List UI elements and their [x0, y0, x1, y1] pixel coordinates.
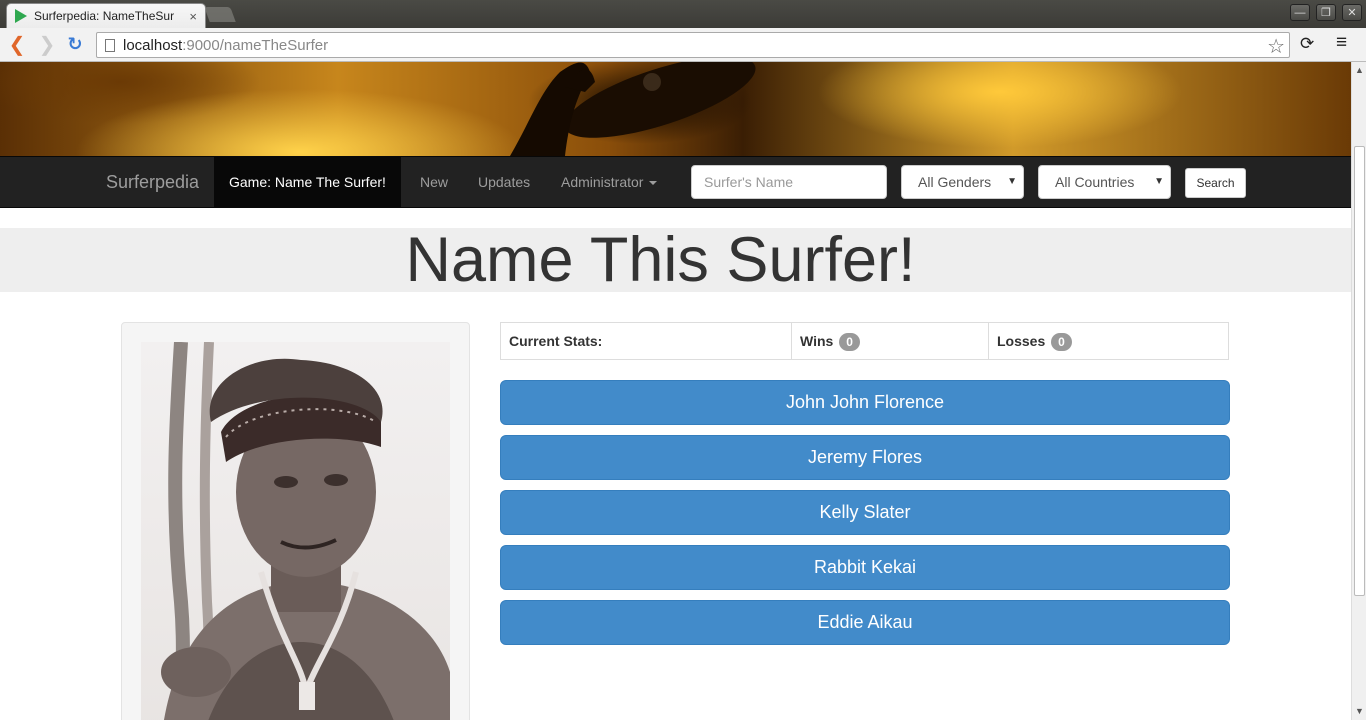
play-favicon-icon [15, 9, 27, 23]
window-close-button[interactable]: ✕ [1342, 4, 1362, 21]
stats-table: Current Stats: Wins 0 Losses 0 [500, 322, 1229, 360]
url-path: :9000/nameTheSurfer [182, 36, 329, 54]
surfer-silhouette-icon [510, 62, 756, 156]
losses-label: Losses [997, 333, 1046, 349]
browser-toolbar: ❮ ❯ ↻ localhost:9000/nameTheSurfer ☆ ⟳ ≡ [0, 28, 1366, 62]
answer-button[interactable]: Kelly Slater [500, 490, 1230, 535]
answer-button[interactable]: Jeremy Flores [500, 435, 1230, 480]
stats-label: Current Stats: [501, 323, 792, 359]
select-arrow-icon: ▼ [1154, 176, 1164, 187]
surfer-photo [141, 342, 450, 720]
page-scrollbar[interactable]: ▲ ▼ [1351, 62, 1366, 720]
forward-arrow-icon[interactable]: ❯ [36, 33, 58, 56]
main-navbar: Surferpedia Game: Name The Surfer! New U… [0, 156, 1351, 208]
menu-icon[interactable]: ≡ [1336, 32, 1347, 54]
wins-badge: 0 [839, 333, 860, 352]
window-restore-button[interactable]: ❐ [1316, 4, 1336, 21]
answer-button[interactable]: Rabbit Kekai [500, 545, 1230, 590]
scroll-down-icon[interactable]: ▼ [1355, 706, 1364, 716]
scroll-thumb[interactable] [1354, 146, 1365, 596]
surf-banner-image [0, 62, 1351, 156]
tab-close-icon[interactable]: × [189, 9, 197, 24]
page-title: Name This Surfer! [405, 225, 916, 295]
losses-badge: 0 [1051, 333, 1072, 352]
surfer-name-input[interactable] [691, 165, 887, 199]
nav-administrator[interactable]: Administrator [561, 157, 658, 207]
country-select[interactable]: All Countries ▼ [1038, 165, 1171, 199]
answer-button[interactable]: John John Florence [500, 380, 1230, 425]
wins-cell: Wins 0 [792, 323, 989, 359]
scroll-up-icon[interactable]: ▲ [1355, 65, 1364, 75]
country-select-value: All Countries [1055, 174, 1135, 190]
losses-cell: Losses 0 [989, 323, 1228, 359]
window-minimize-button[interactable]: — [1290, 4, 1310, 21]
nav-game[interactable]: Game: Name The Surfer! [214, 157, 401, 207]
search-button[interactable]: Search [1185, 168, 1246, 198]
surfer-portrait-image [161, 342, 450, 720]
sync-extension-icon[interactable]: ⟳ [1300, 34, 1314, 54]
select-arrow-icon: ▼ [1007, 176, 1017, 187]
reload-icon[interactable]: ↻ [64, 33, 86, 55]
page-icon [105, 38, 115, 52]
nav-new[interactable]: New [420, 157, 448, 207]
wins-label: Wins [800, 333, 834, 349]
jumbotron: Name This Surfer! [0, 228, 1351, 292]
answer-button[interactable]: Eddie Aikau [500, 600, 1230, 645]
brand-link[interactable]: Surferpedia [106, 157, 199, 207]
address-bar[interactable]: localhost:9000/nameTheSurfer ☆ [96, 32, 1290, 58]
page-viewport: Surferpedia Game: Name The Surfer! New U… [0, 62, 1351, 720]
url-host: localhost [123, 36, 183, 54]
bookmark-star-icon[interactable]: ☆ [1267, 34, 1285, 59]
caret-down-icon [649, 181, 658, 186]
tab-title: Surferpedia: NameTheSur [34, 9, 175, 23]
gender-select[interactable]: All Genders ▼ [901, 165, 1024, 199]
surfer-photo-panel [121, 322, 470, 720]
back-arrow-icon[interactable]: ❮ [6, 33, 28, 56]
browser-tab[interactable]: Surferpedia: NameTheSur × [6, 3, 206, 28]
nav-administrator-label: Administrator [561, 174, 644, 190]
new-tab-button[interactable] [204, 7, 236, 22]
browser-titlebar: Surferpedia: NameTheSur × — ❐ ✕ [0, 0, 1366, 28]
gender-select-value: All Genders [918, 174, 992, 190]
nav-updates[interactable]: Updates [478, 157, 530, 207]
